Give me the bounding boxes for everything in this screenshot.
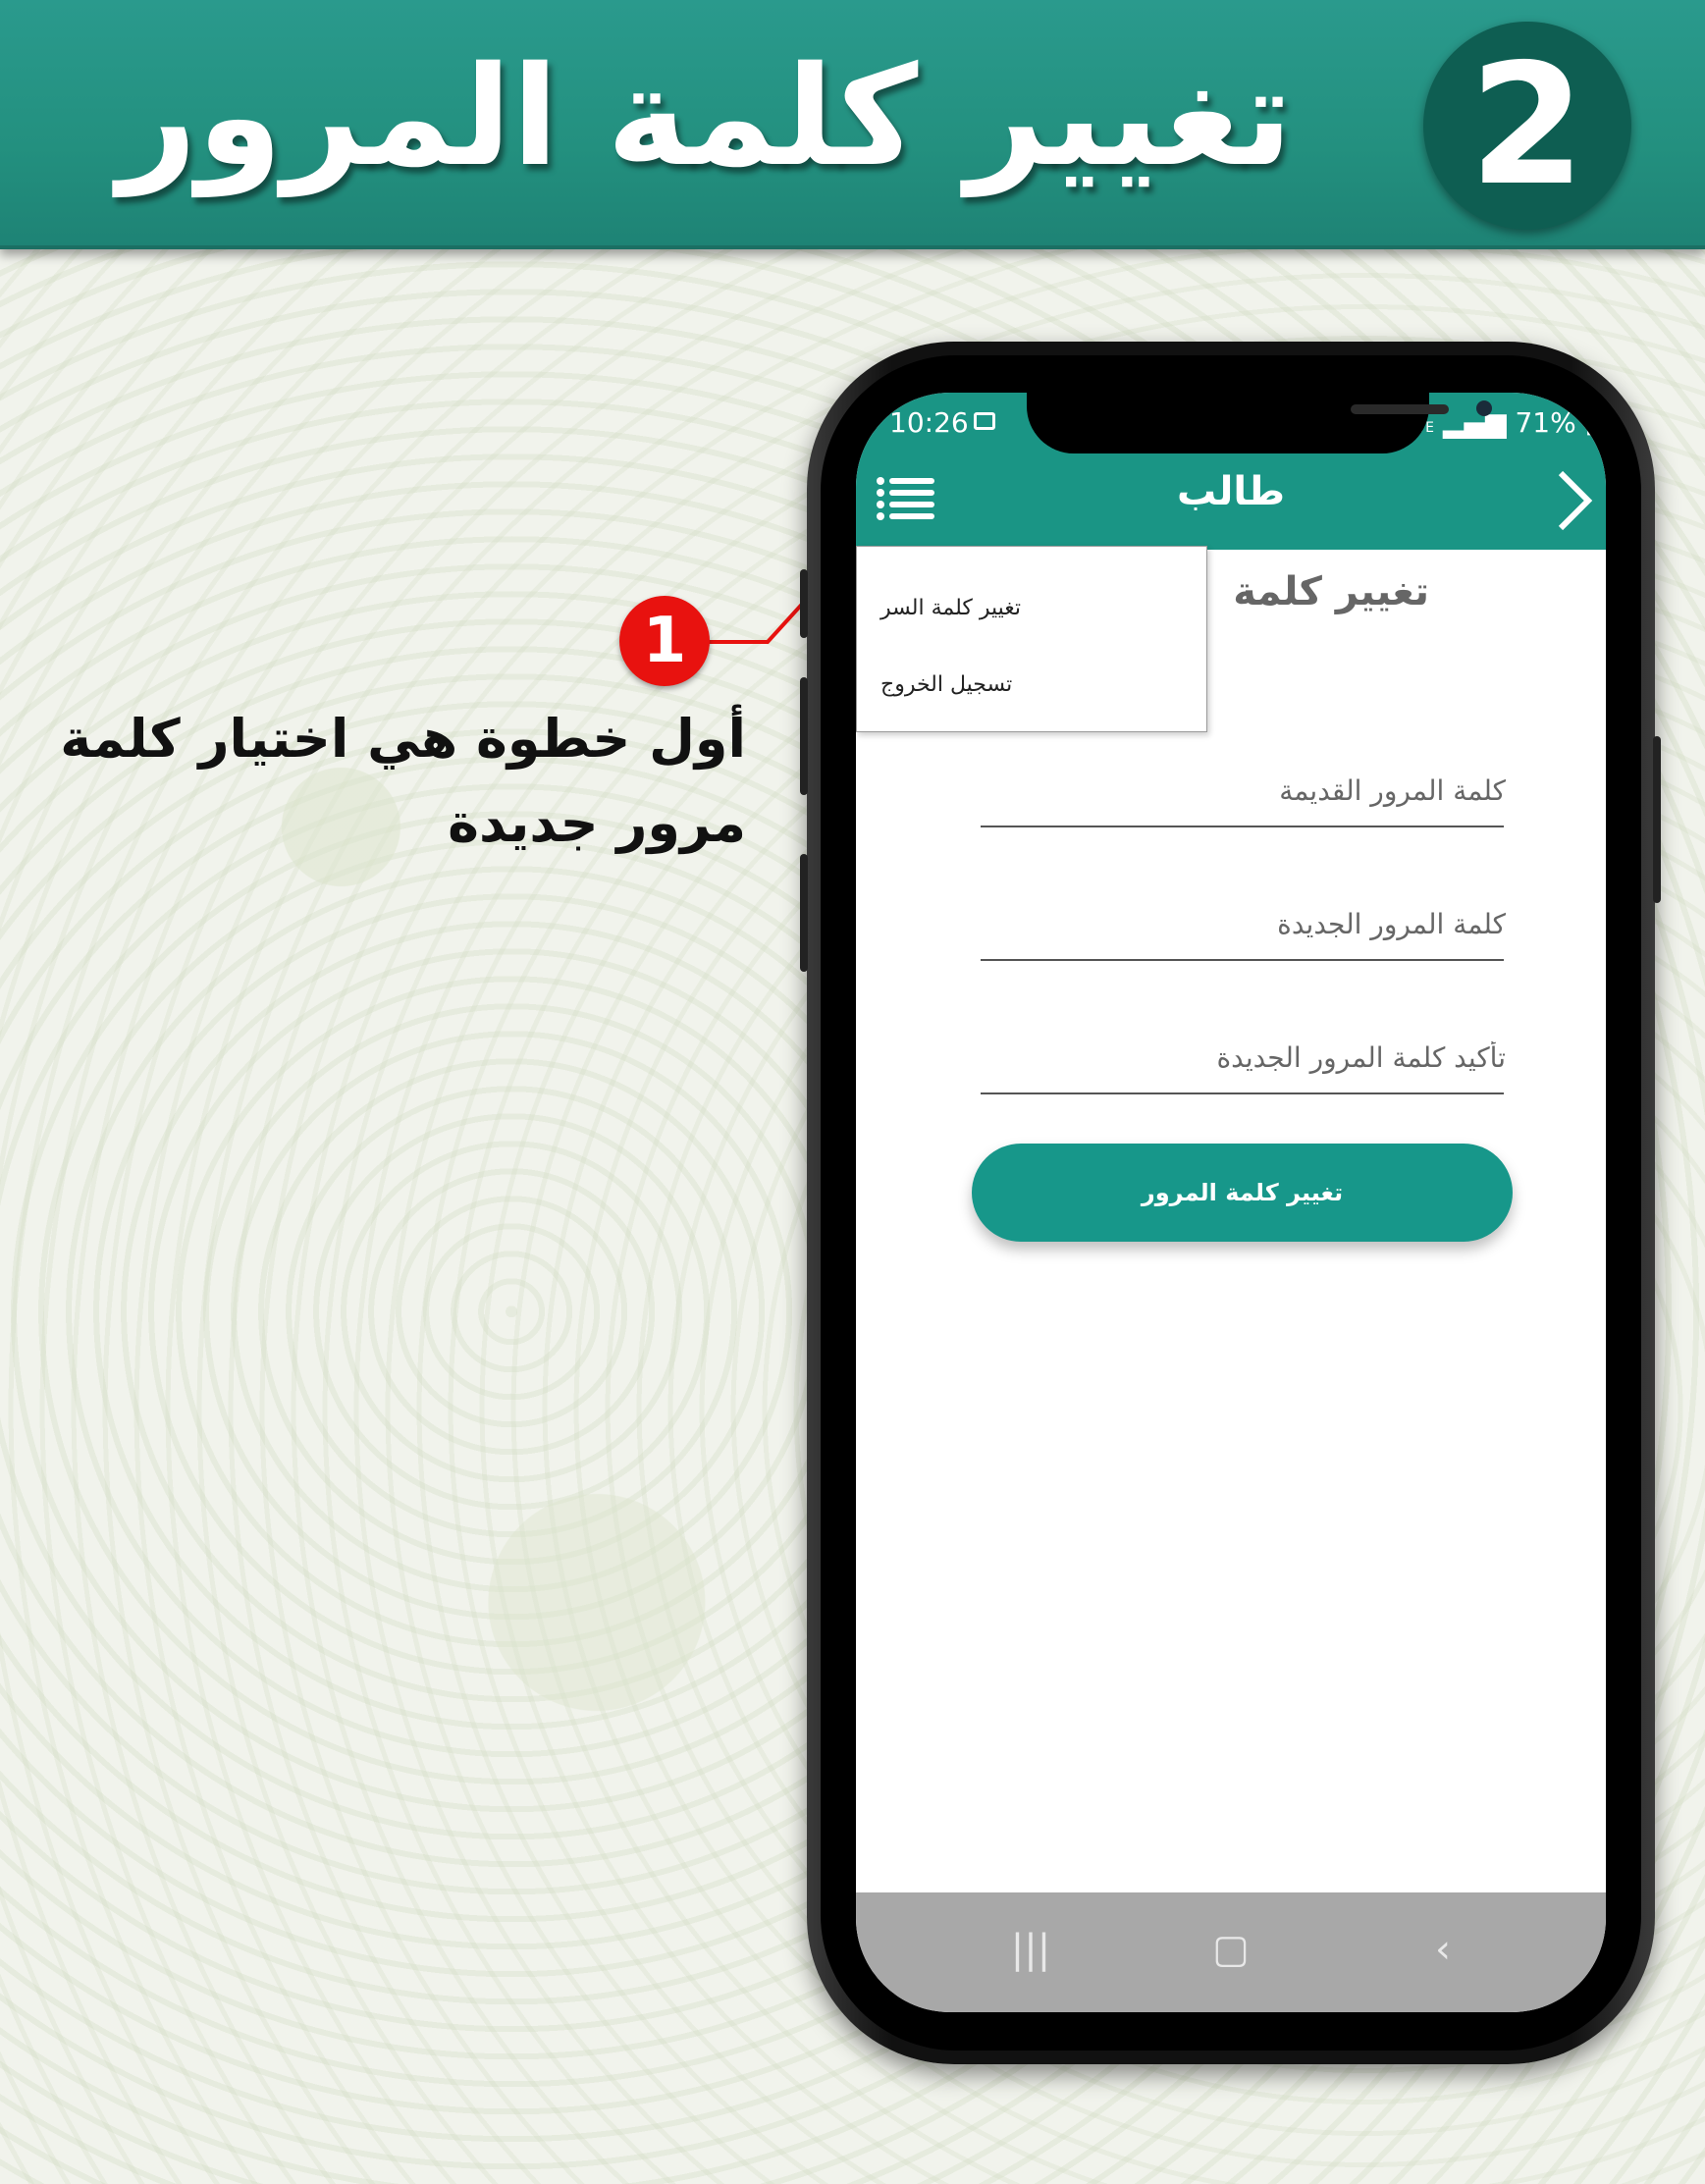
camera-notch: [1027, 393, 1492, 453]
earpiece-speaker: [1351, 404, 1449, 414]
volume-down-button: [800, 677, 808, 795]
system-navigation-bar: ||| ▢ ‹: [856, 1892, 1606, 2012]
callout-step-badge: 1: [619, 596, 710, 686]
recent-apps-icon[interactable]: |||: [1001, 1920, 1060, 1979]
options-menu: تغيير كلمة السر تسجيل الخروج: [856, 546, 1207, 732]
volume-up-button: [800, 569, 808, 638]
bixby-button: [800, 854, 808, 972]
menu-item-logout[interactable]: تسجيل الخروج: [880, 672, 1175, 697]
back-icon[interactable]: ‹: [1413, 1920, 1472, 1979]
menu-item-change-password[interactable]: تغيير كلمة السر: [880, 596, 1175, 620]
status-time: 10:26: [889, 406, 969, 439]
confirm-password-field: [981, 1028, 1508, 1094]
home-icon[interactable]: ▢: [1201, 1920, 1260, 1979]
battery-level: 71%: [1515, 406, 1576, 439]
change-password-button[interactable]: تغيير كلمة المرور: [972, 1144, 1513, 1242]
front-camera: [1476, 400, 1492, 416]
phone-screen: 10:26 LTE ▂▄▆ 71% ▮ طالب تغيير كلمة تغيي: [856, 393, 1606, 2012]
power-button: [1653, 736, 1661, 903]
app-title: طالب: [1176, 469, 1286, 514]
confirm-password-input[interactable]: [981, 1028, 1508, 1087]
callout-instruction-text: أول خطوة هي اختيار كلمة مرور جديدة: [60, 708, 746, 854]
page-heading: تغيير كلمة: [1233, 569, 1429, 614]
new-password-input[interactable]: [981, 894, 1508, 953]
chevron-right-icon[interactable]: [1547, 461, 1606, 540]
signal-icon: ▂▄▆: [1442, 406, 1507, 439]
battery-icon: ▮: [1584, 406, 1600, 439]
old-password-input[interactable]: [981, 761, 1508, 820]
new-password-field: [981, 894, 1508, 961]
old-password-field: [981, 761, 1508, 827]
gallery-notification-icon: [974, 412, 995, 430]
